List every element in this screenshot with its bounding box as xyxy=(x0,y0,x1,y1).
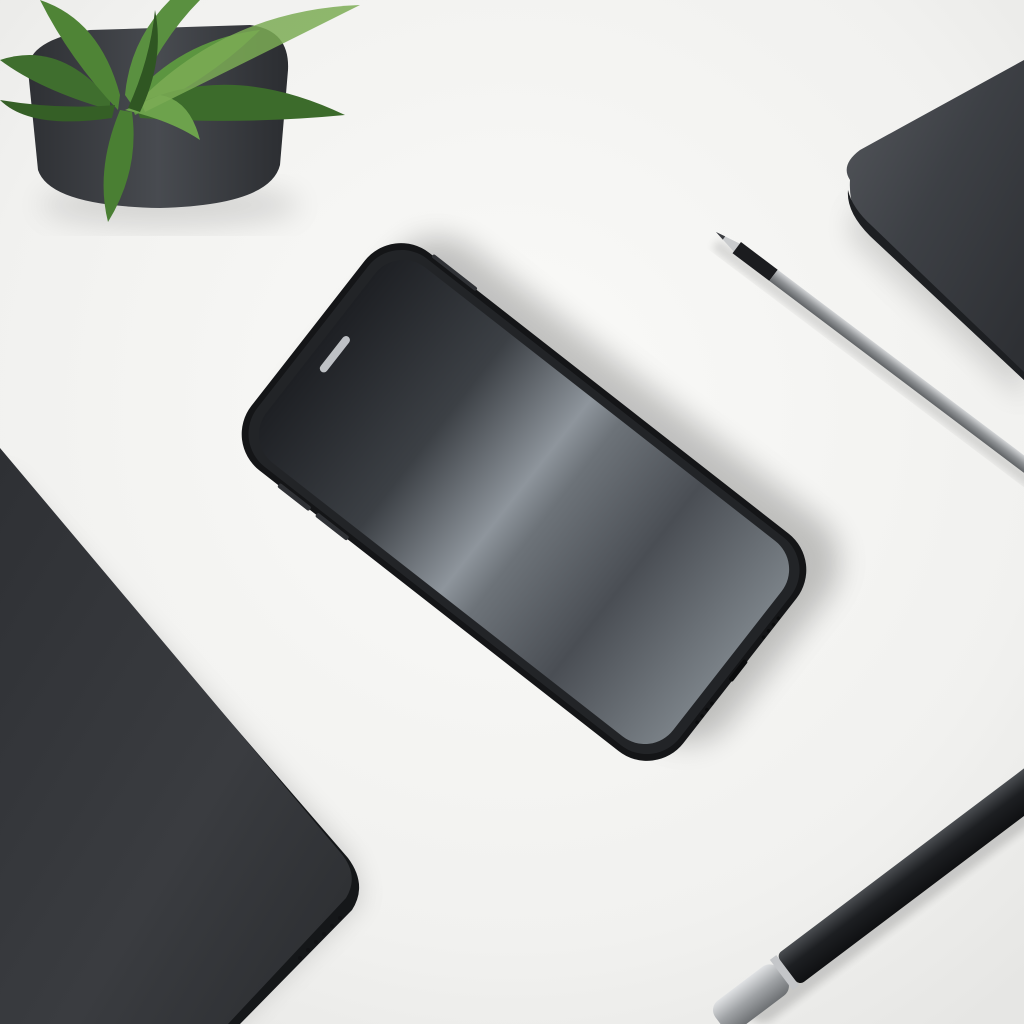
desk-scene xyxy=(0,0,1024,1024)
